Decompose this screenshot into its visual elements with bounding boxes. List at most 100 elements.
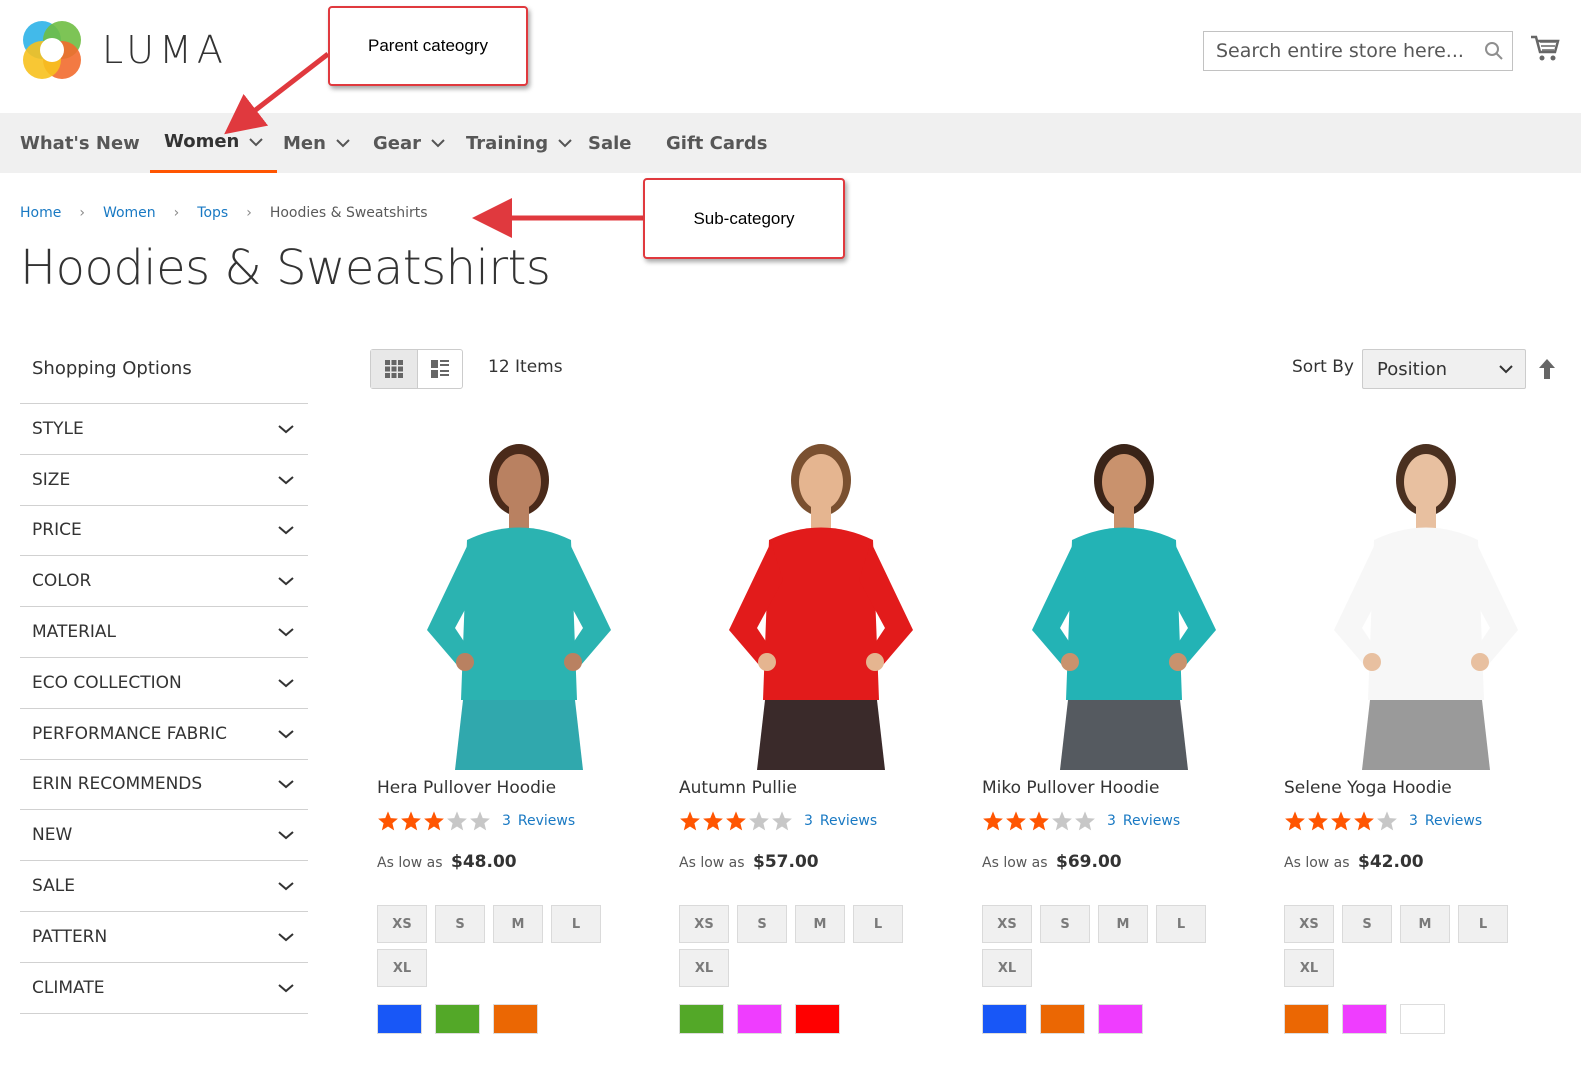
search-box[interactable] xyxy=(1203,31,1513,71)
color-swatch[interactable] xyxy=(1040,1004,1085,1034)
size-option-s[interactable]: S xyxy=(1040,905,1090,943)
nav-item-training[interactable]: Training xyxy=(466,113,572,173)
size-option-xl[interactable]: XL xyxy=(377,949,427,987)
size-option-m[interactable]: M xyxy=(1098,905,1148,943)
filter-label: MATERIAL xyxy=(32,622,117,643)
size-option-xl[interactable]: XL xyxy=(1284,949,1334,987)
cart-icon[interactable] xyxy=(1530,33,1560,63)
color-swatch[interactable] xyxy=(1098,1004,1143,1034)
size-option-xs[interactable]: XS xyxy=(679,905,729,943)
product-name[interactable]: Miko Pullover Hoodie xyxy=(982,778,1159,798)
size-option-l[interactable]: L xyxy=(551,905,601,943)
star-filled-icon xyxy=(1308,811,1328,831)
nav-item-whats-new[interactable]: What's New xyxy=(20,113,140,173)
product-card: Selene Yoga Hoodie 3 Reviews As low as $… xyxy=(1284,430,1554,1034)
size-options: XS S M L XL xyxy=(1284,905,1524,993)
color-swatch[interactable] xyxy=(1284,1004,1329,1034)
size-option-s[interactable]: S xyxy=(435,905,485,943)
search-input[interactable] xyxy=(1204,32,1476,70)
breadcrumb: Home › Women › Tops › Hoodies & Sweatshi… xyxy=(20,205,428,221)
color-swatch[interactable] xyxy=(377,1004,422,1034)
filter-size[interactable]: SIZE xyxy=(20,455,308,506)
nav-item-gear[interactable]: Gear xyxy=(373,113,445,173)
filter-erin-recommends[interactable]: ERIN RECOMMENDS xyxy=(20,760,308,811)
list-icon xyxy=(430,360,449,378)
product-name[interactable]: Selene Yoga Hoodie xyxy=(1284,778,1452,798)
size-options: XS S M L XL xyxy=(679,905,919,993)
star-filled-icon xyxy=(424,811,444,831)
product-rating: 3 Reviews xyxy=(377,810,575,832)
color-swatch[interactable] xyxy=(493,1004,538,1034)
reviews-link[interactable]: 3 Reviews xyxy=(502,813,575,829)
luma-logo[interactable]: LUMA xyxy=(20,18,228,82)
filter-climate[interactable]: CLIMATE xyxy=(20,963,308,1014)
size-option-l[interactable]: L xyxy=(1458,905,1508,943)
reviews-link[interactable]: 3 Reviews xyxy=(1409,813,1482,829)
size-option-xl[interactable]: XL xyxy=(679,949,729,987)
size-option-s[interactable]: S xyxy=(737,905,787,943)
filter-label: COLOR xyxy=(32,571,92,592)
filter-style[interactable]: STYLE xyxy=(20,404,308,455)
product-image[interactable] xyxy=(679,430,949,770)
reviews-link[interactable]: 3 Reviews xyxy=(804,813,877,829)
filter-performance-fabric[interactable]: PERFORMANCE FABRIC xyxy=(20,709,308,760)
color-swatch[interactable] xyxy=(982,1004,1027,1034)
star-empty-icon xyxy=(749,811,769,831)
size-option-xs[interactable]: XS xyxy=(982,905,1032,943)
filter-pattern[interactable]: PATTERN xyxy=(20,912,308,963)
filter-price[interactable]: PRICE xyxy=(20,506,308,557)
star-filled-icon xyxy=(1331,811,1351,831)
color-swatch[interactable] xyxy=(679,1004,724,1034)
nav-item-gift-cards[interactable]: Gift Cards xyxy=(666,113,767,173)
product-image[interactable] xyxy=(982,430,1252,770)
color-swatch[interactable] xyxy=(1342,1004,1387,1034)
size-option-m[interactable]: M xyxy=(1400,905,1450,943)
filter-eco-collection[interactable]: ECO COLLECTION xyxy=(20,658,308,709)
color-swatch[interactable] xyxy=(435,1004,480,1034)
size-option-m[interactable]: M xyxy=(795,905,845,943)
color-swatch[interactable] xyxy=(1400,1004,1445,1034)
size-option-xs[interactable]: XS xyxy=(1284,905,1334,943)
filter-new[interactable]: NEW xyxy=(20,810,308,862)
filter-sale[interactable]: SALE xyxy=(20,861,308,912)
star-filled-icon xyxy=(378,811,398,831)
reviews-link[interactable]: 3 Reviews xyxy=(1107,813,1180,829)
color-swatch[interactable] xyxy=(795,1004,840,1034)
chevron-down-icon xyxy=(249,137,264,146)
filter-label: PERFORMANCE FABRIC xyxy=(32,723,228,744)
product-image[interactable] xyxy=(1284,430,1554,770)
size-option-xl[interactable]: XL xyxy=(982,949,1032,987)
rating-stars xyxy=(377,810,492,832)
chevron-down-icon xyxy=(278,425,294,434)
product-rating: 3 Reviews xyxy=(982,810,1180,832)
filter-label: NEW xyxy=(32,825,73,846)
breadcrumb-home[interactable]: Home xyxy=(20,205,61,221)
color-swatch[interactable] xyxy=(737,1004,782,1034)
nav-item-label: Training xyxy=(466,132,549,154)
breadcrumb-women[interactable]: Women xyxy=(103,205,156,221)
filter-color[interactable]: COLOR xyxy=(20,556,308,608)
product-name[interactable]: Autumn Pullie xyxy=(679,778,797,798)
nav-item-sale[interactable]: Sale xyxy=(588,113,632,173)
sort-by-select[interactable]: Position xyxy=(1362,349,1526,389)
nav-item-women[interactable]: Women xyxy=(150,113,278,173)
size-option-s[interactable]: S xyxy=(1342,905,1392,943)
size-option-xs[interactable]: XS xyxy=(377,905,427,943)
nav-item-men[interactable]: Men xyxy=(283,113,350,173)
product-name[interactable]: Hera Pullover Hoodie xyxy=(377,778,556,798)
search-icon[interactable] xyxy=(1476,33,1512,69)
list-view-button[interactable] xyxy=(416,350,463,388)
size-option-l[interactable]: L xyxy=(1156,905,1206,943)
size-option-m[interactable]: M xyxy=(493,905,543,943)
price-amount: $57.00 xyxy=(753,852,819,872)
sort-direction-arrow-up-icon[interactable] xyxy=(1536,357,1558,381)
grid-view-button[interactable] xyxy=(371,350,417,388)
review-count: 3 xyxy=(1409,813,1418,829)
product-image[interactable] xyxy=(377,430,647,770)
size-option-l[interactable]: L xyxy=(853,905,903,943)
star-filled-icon xyxy=(401,811,421,831)
chevron-down-icon xyxy=(278,780,294,789)
star-filled-icon xyxy=(703,811,723,831)
filter-material[interactable]: MATERIAL xyxy=(20,607,308,658)
breadcrumb-tops[interactable]: Tops xyxy=(197,205,228,221)
